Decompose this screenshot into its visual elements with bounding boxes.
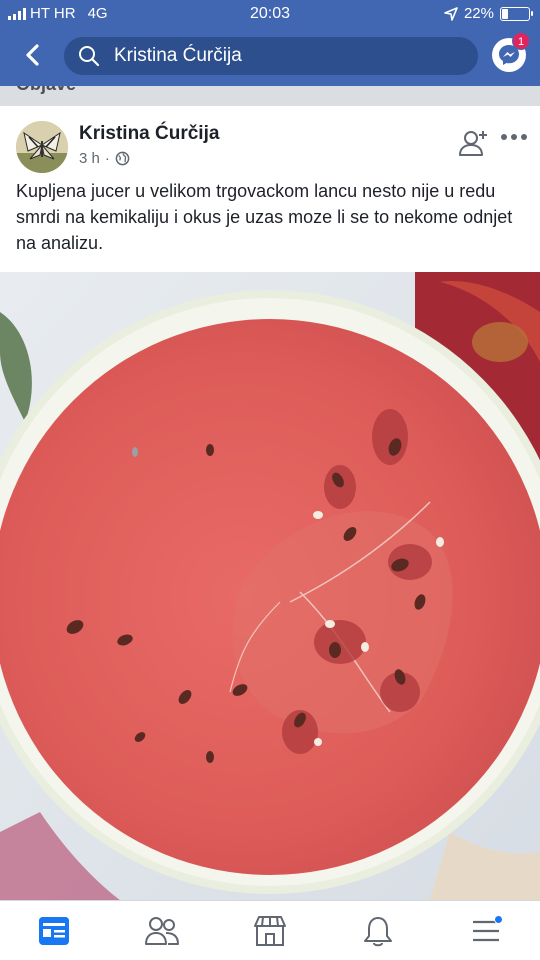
battery-percent: 22%: [463, 5, 494, 22]
globe-icon: [115, 151, 130, 166]
post-text: Kupljena jucer u velikom trgovackom lanc…: [16, 181, 513, 253]
tab-news-feed[interactable]: [0, 901, 108, 960]
battery-icon: [500, 6, 533, 21]
search-query: Kristina Ćurčija: [114, 45, 242, 66]
tab-bar: [0, 900, 540, 960]
messenger-badge: 1: [512, 32, 530, 50]
nav-row: Kristina Ćurčija 1: [0, 32, 540, 78]
top-bar: HT HR 4G 20:03 22% Kristina Ćurčija 1: [0, 0, 540, 86]
search-icon: [79, 46, 100, 67]
tab-menu[interactable]: [432, 901, 540, 960]
menu-notification-dot: [494, 915, 503, 924]
post-meta: 3 h ·: [79, 150, 130, 167]
news-feed-icon: [39, 917, 69, 945]
tab-marketplace[interactable]: [216, 901, 324, 960]
avatar[interactable]: [16, 121, 68, 173]
tab-friends[interactable]: [108, 901, 216, 960]
post-photo[interactable]: [0, 272, 540, 900]
post-time[interactable]: 3 h: [79, 150, 100, 167]
section-strip: Objave: [0, 86, 540, 106]
status-bar: HT HR 4G 20:03 22%: [0, 0, 540, 28]
watermelon-photo: [0, 272, 540, 900]
tab-notifications[interactable]: [324, 901, 432, 960]
search-input[interactable]: Kristina Ćurčija: [64, 37, 478, 75]
location-arrow-icon: [444, 6, 458, 21]
section-label: Objave: [16, 86, 76, 95]
marketplace-icon: [254, 916, 286, 946]
chevron-left-icon[interactable]: [18, 40, 48, 70]
add-friend-icon[interactable]: [458, 128, 488, 158]
meta-separator: ·: [104, 150, 110, 167]
friends-icon: [145, 917, 179, 945]
notifications-icon: [364, 917, 392, 947]
more-icon[interactable]: [500, 132, 528, 142]
post-card: Kristina Ćurčija 3 h · Kupljena jucer u …: [0, 106, 540, 900]
post-author[interactable]: Kristina Ćurčija: [79, 123, 219, 145]
